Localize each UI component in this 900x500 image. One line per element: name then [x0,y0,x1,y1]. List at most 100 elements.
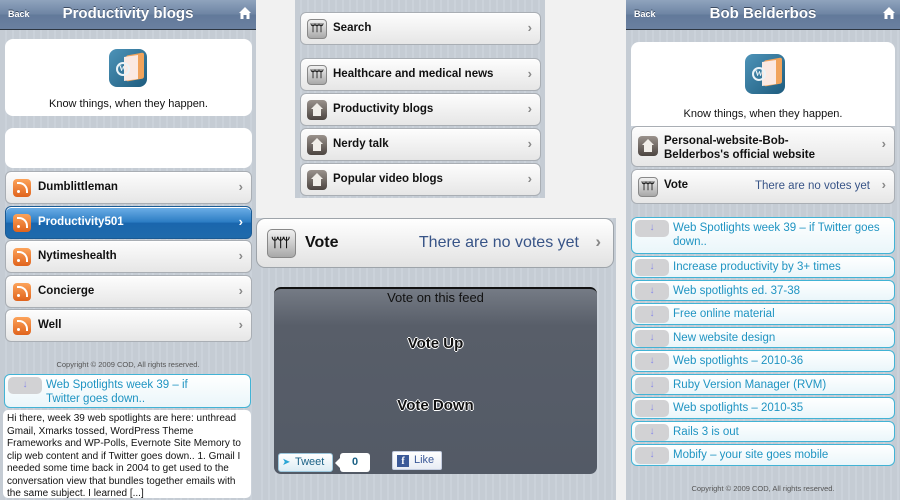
arrow-down-icon: ↓ [635,400,669,417]
chevron-right-icon: › [238,179,243,194]
feed-label: Productivity501 [38,215,124,228]
house-icon [307,100,327,120]
feed-label: Nytimeshealth [38,250,117,262]
home-icon[interactable] [238,6,252,20]
copyright: Copyright © 2009 COD, All rights reserve… [56,360,200,369]
chevron-right-icon: › [238,213,243,229]
wordpress-app-icon: W [745,54,785,94]
arrow-down-icon: ↓ [635,447,669,464]
row-label-line1: Personal-website-Bob- [664,135,789,147]
row-label: Search [333,22,372,34]
rss-icon [13,282,31,301]
vote-box-title: Vote on this feed [387,290,484,305]
tweet-count: 0 [335,453,370,472]
productivity-blogs-screen: Back Productivity blogs W Know things, w… [0,0,256,500]
chevron-right-icon: › [527,66,532,81]
facebook-like-button[interactable]: f Like [392,451,442,470]
post-title[interactable]: Web Spotlights week 39 – if Twitter goes… [46,378,190,406]
post-title[interactable]: Increase productivity by 3+ times [673,260,888,274]
category-item[interactable]: Popular video blogs › [300,163,541,196]
arrow-down-icon: ↓ [635,329,669,347]
rss-icon [13,317,31,335]
post-title[interactable]: Web Spotlights week 39 – if Twitter goes… [673,221,888,249]
chevron-right-icon: › [527,20,532,35]
post-title[interactable]: Web spotlights ed. 37-38 [673,284,888,298]
screenshot-collage: Back Productivity blogs W Know things, w… [0,0,900,500]
arrow-down-icon: ↓ [8,377,42,394]
people-icon: ᛘᛘᛘ [267,229,296,258]
empty-card [5,128,252,168]
post-title[interactable]: Web spotlights – 2010-36 [673,354,888,368]
chevron-right-icon: › [527,171,532,186]
facebook-icon: f [397,455,409,467]
page-title: Productivity blogs [62,5,194,22]
arrow-down-icon: ↓ [635,376,669,394]
categories-screen: ᛘᛘᛘ Search › ᛘᛘᛘ Healthcare and medical … [295,0,545,198]
people-icon: ᛘᛘᛘ [638,177,658,197]
search-row[interactable]: ᛘᛘᛘ Search › [300,12,541,45]
chevron-right-icon: › [527,101,532,116]
vote-up-button[interactable]: Vote Up [274,335,597,352]
chevron-right-icon: › [238,317,243,332]
chevron-right-icon: › [238,248,243,263]
feed-label: Well [38,319,62,331]
tweet-label: Tweet [295,456,325,468]
post-item[interactable]: ↓ Free online material [631,303,895,325]
post-title[interactable]: Free online material [673,307,888,321]
arrow-down-icon: ↓ [635,306,669,323]
post-item[interactable]: ↓ Rails 3 is out [631,420,895,442]
post-item[interactable]: ↓ Web Spotlights week 39 – if Twitter go… [631,217,895,254]
tagline: Know things, when they happen. [683,108,843,120]
bob-belderbos-screen: Back Bob Belderbos W Know things, when t… [626,0,900,500]
rss-icon [13,213,31,232]
feed-item[interactable]: Dumblittleman › [5,171,252,204]
house-icon [307,135,327,155]
post-title[interactable]: New website design [673,331,888,345]
rss-icon [13,248,31,266]
chevron-right-icon: › [881,136,886,151]
rss-icon [13,179,31,197]
post-item[interactable]: ↓ Web Spotlights week 39 – if Twitter go… [4,374,251,408]
feed-item[interactable]: Well › [5,309,252,342]
post-item[interactable]: ↓ Web spotlights – 2010-35 [631,397,895,419]
feed-item[interactable]: Nytimeshealth › [5,240,252,273]
post-item[interactable]: ↓ Web spotlights – 2010-36 [631,350,895,372]
post-item[interactable]: ↓ Mobify – your site goes mobile [631,444,895,466]
feed-label: Concierge [38,284,95,297]
category-item[interactable]: Nerdy talk › [300,128,541,161]
vote-row[interactable]: ᛘᛘᛘ Vote There are no votes yet › [631,169,895,204]
post-item[interactable]: ↓ New website design [631,326,895,348]
arrow-down-icon: ↓ [635,353,669,370]
post-item[interactable]: ↓ Web spotlights ed. 37-38 [631,279,895,301]
feed-label: Dumblittleman [38,181,118,193]
vote-screen: ᛘᛘᛘ Vote There are no votes yet › Vote o… [256,218,616,500]
hero-card: W Know things, when they happen. [631,42,895,126]
post-title[interactable]: Ruby Version Manager (RVM) [673,378,888,392]
category-item[interactable]: ᛘᛘᛘ Healthcare and medical news › [300,58,541,91]
chevron-right-icon: › [881,177,886,192]
people-icon: ᛘᛘᛘ [307,65,327,85]
website-row[interactable]: Personal-website-Bob- Belderbos's officia… [631,126,895,167]
category-label: Popular video blogs [333,173,443,185]
vote-down-button[interactable]: Vote Down [274,397,597,414]
wordpress-app-icon: W [109,49,147,87]
category-item[interactable]: Productivity blogs › [300,93,541,126]
tweet-button[interactable]: ➤ Tweet [278,453,333,472]
arrow-down-icon: ↓ [635,423,669,441]
hero-card: W Know things, when they happen. [5,39,252,116]
arrow-down-icon: ↓ [635,282,669,300]
post-item[interactable]: ↓ Increase productivity by 3+ times [631,256,895,278]
post-title[interactable]: Mobify – your site goes mobile [673,448,888,462]
row-label-line2: Belderbos's official website [664,149,815,161]
post-item[interactable]: ↓ Ruby Version Manager (RVM) [631,373,895,395]
navbar: Back Productivity blogs [0,0,256,30]
feed-item[interactable]: Concierge › [5,274,252,308]
category-label: Nerdy talk [333,138,389,150]
home-icon[interactable] [882,6,896,20]
feed-item[interactable]: Productivity501 › [5,205,252,239]
vote-row[interactable]: ᛘᛘᛘ Vote There are no votes yet › [256,218,614,268]
post-title[interactable]: Web spotlights – 2010-35 [673,401,888,415]
post-title[interactable]: Rails 3 is out [673,425,888,439]
house-icon [307,170,327,190]
like-label: Like [414,454,435,466]
